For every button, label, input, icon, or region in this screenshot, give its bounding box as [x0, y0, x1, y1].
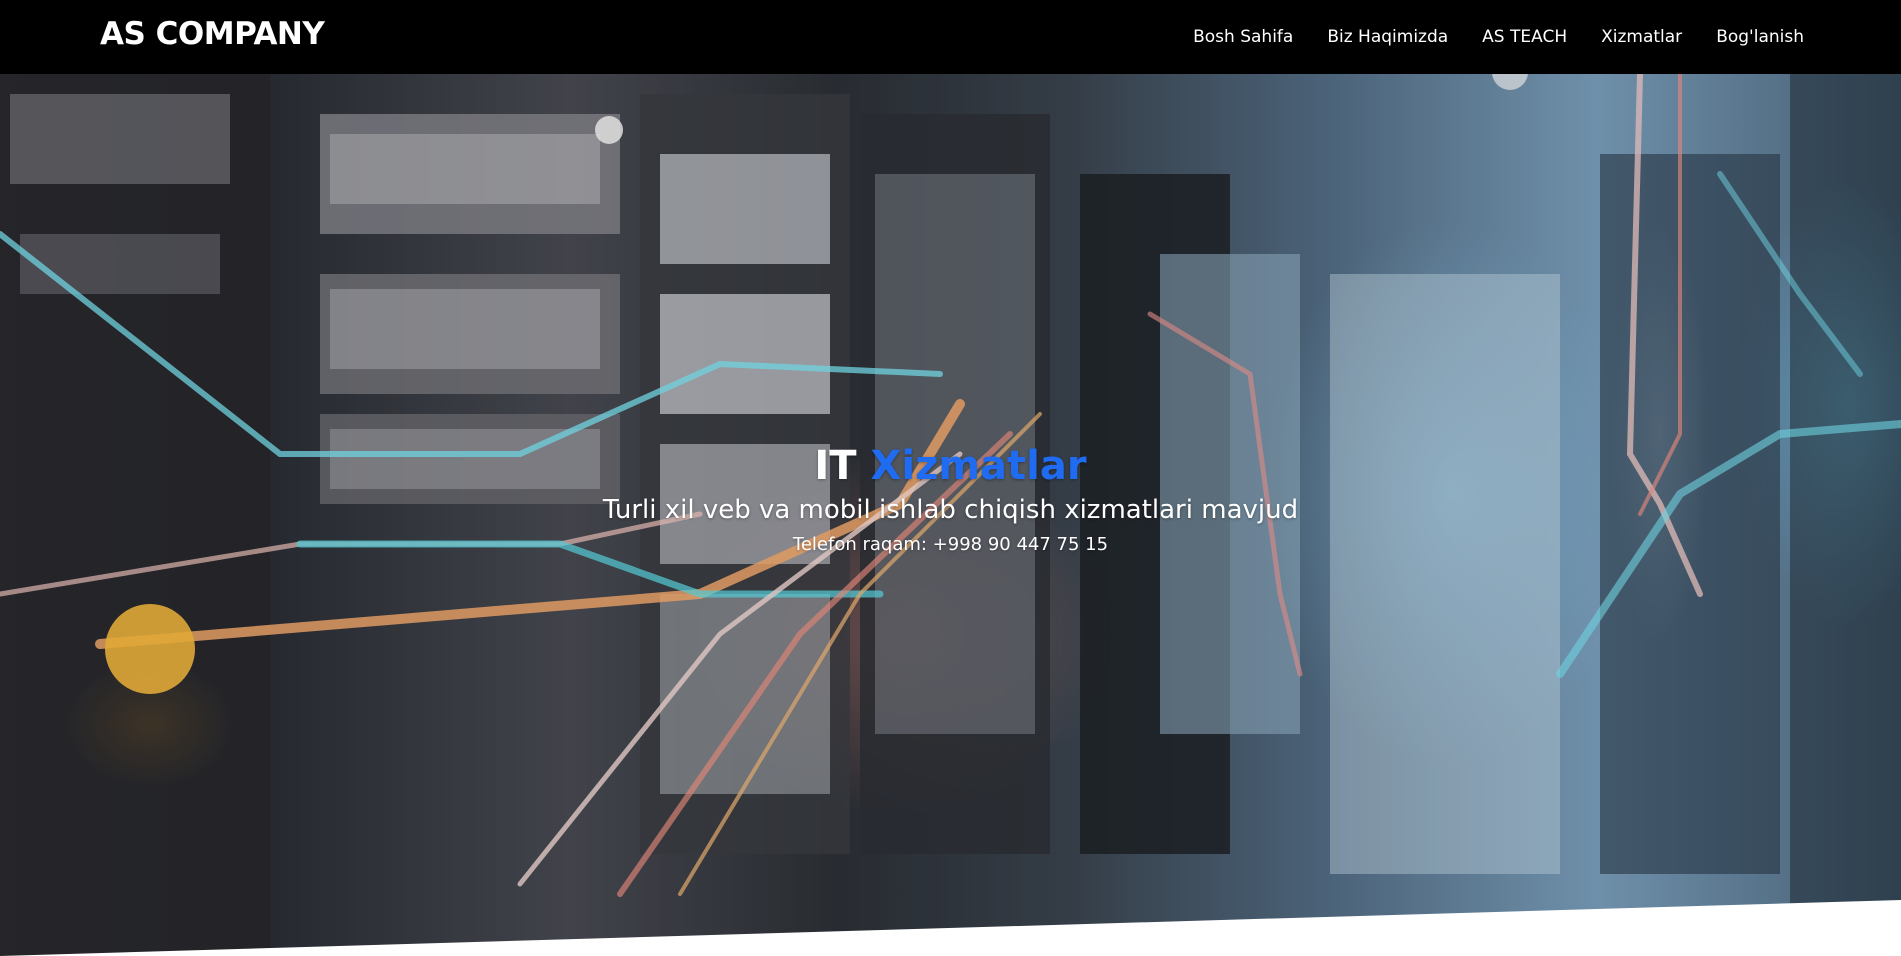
nav-link-as-teach[interactable]: AS TEACH [1482, 27, 1567, 47]
nav-item-home: Bosh Sahifa [1193, 27, 1293, 47]
nav-item-about: Biz Haqimizda [1327, 27, 1448, 47]
nav-item-teach: AS TEACH [1482, 27, 1567, 47]
nav-link-contact[interactable]: Bog'lanish [1716, 27, 1804, 47]
hero-content: IT Xizmatlar Turli xil veb va mobil ishl… [0, 442, 1901, 558]
nav-link-home[interactable]: Bosh Sahifa [1193, 27, 1293, 47]
hero-title-prefix: IT [814, 443, 857, 489]
top-navbar: AS COMPANY Bosh Sahifa Biz Haqimizda AS … [0, 0, 1901, 74]
hero-subtitle: Turli xil veb va mobil ishlab chiqish xi… [602, 495, 1299, 525]
hero-phone: Telefon raqam: +998 90 447 75 15 [792, 534, 1109, 555]
nav-item-contact: Bog'lanish [1716, 27, 1804, 47]
nav-menu: Bosh Sahifa Biz Haqimizda AS TEACH Xizma… [1193, 0, 1804, 74]
nav-link-about[interactable]: Biz Haqimizda [1327, 27, 1448, 47]
hero-section: IT Xizmatlar Turli xil veb va mobil ishl… [0, 74, 1901, 956]
hero-title: IT Xizmatlar [0, 442, 1901, 490]
nav-item-services: Xizmatlar [1601, 27, 1682, 47]
hero-bottom-divider [0, 900, 1901, 956]
nav-link-services[interactable]: Xizmatlar [1601, 27, 1682, 47]
hero-title-accent: Xizmatlar [870, 443, 1087, 489]
brand-logo[interactable]: AS COMPANY [100, 16, 325, 52]
